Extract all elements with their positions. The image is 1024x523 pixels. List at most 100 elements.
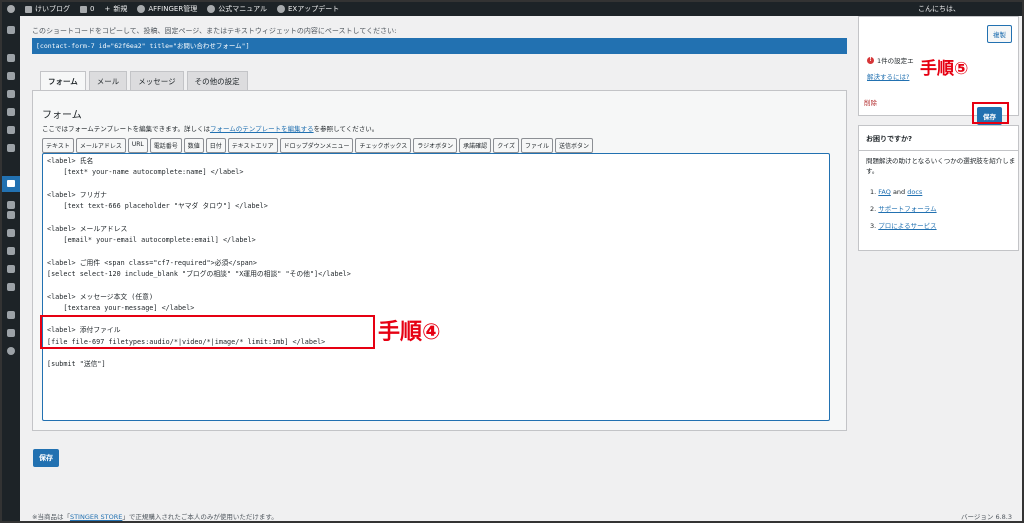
version-label: バージョン 6.8.3	[961, 513, 1012, 521]
tag-dropdown-button[interactable]: ドロップダウンメニュー	[279, 138, 354, 153]
comments-count: 0	[90, 5, 95, 13]
list-item: 3. プロによるサービス	[870, 218, 937, 235]
support-forum-link[interactable]: サポートフォーラム	[878, 205, 936, 213]
tab-additional-settings[interactable]: その他の設定	[186, 71, 248, 92]
help-divider	[859, 150, 1018, 151]
editor-tabs: フォーム メール メッセージ その他の設定	[40, 71, 248, 92]
help-title: お困りですか?	[866, 135, 913, 143]
form-template-editor[interactable]: <label> 氏名 [text* your-name autocomplete…	[42, 153, 830, 421]
comments-icon[interactable]	[7, 144, 15, 152]
update-link[interactable]: EXアップデート	[272, 2, 344, 16]
footer-before: ※当商品は「	[32, 513, 70, 521]
help-item-num: 1.	[870, 188, 877, 196]
plugins-icon[interactable]	[7, 229, 15, 237]
help-item-and: and	[890, 188, 908, 196]
step5-highlight-box	[972, 102, 1009, 124]
list-item: 2. サポートフォーラム	[870, 201, 937, 218]
tag-text-button[interactable]: テキスト	[42, 138, 74, 153]
tag-quiz-button[interactable]: クイズ	[493, 138, 520, 153]
step4-label: 手順④	[378, 320, 441, 345]
stinger-store-link[interactable]: STINGER STORE	[70, 513, 122, 521]
home-icon	[25, 5, 32, 13]
site-name: けいブログ	[35, 5, 70, 13]
step5-label: 手順⑤	[918, 54, 971, 79]
tag-radio-button[interactable]: ラジオボタン	[413, 138, 458, 153]
settings-gear-icon[interactable]	[7, 311, 15, 319]
gear-icon-2[interactable]	[7, 329, 15, 337]
help-icon	[207, 5, 216, 13]
tag-file-button[interactable]: ファイル	[521, 138, 554, 153]
comments-link[interactable]: 0	[75, 2, 99, 16]
tag-tel-button[interactable]: 電話番号	[149, 138, 182, 153]
warning-icon: !	[867, 56, 874, 64]
delete-link[interactable]: 削除	[864, 97, 877, 107]
plus-icon: +	[104, 5, 111, 13]
help-list: 1. FAQ and docs 2. サポートフォーラム 3. プロによるサービ…	[870, 184, 937, 235]
shortcode-section: このショートコードをコピーして、投稿、固定ページ、またはテキストウィジェットの内…	[32, 16, 847, 64]
admin-sidebar	[2, 16, 20, 521]
wordpress-logo[interactable]	[2, 2, 20, 16]
pages-icon[interactable]	[7, 126, 15, 134]
site-name-link[interactable]: けいブログ	[20, 2, 75, 16]
tag-acceptance-button[interactable]: 承諾確認	[459, 138, 492, 153]
refresh-icon	[277, 5, 285, 13]
tag-submit-button[interactable]: 送信ボタン	[555, 138, 594, 153]
tag-email-button[interactable]: メールアドレス	[75, 138, 126, 153]
play-icon[interactable]	[7, 347, 15, 355]
affinger-label: AFFINGER管理	[148, 5, 198, 13]
update-label: EXアップデート	[288, 5, 340, 13]
tag-date-button[interactable]: 日付	[205, 138, 226, 153]
pin-icon[interactable]	[7, 54, 15, 62]
help-description: 問題解決の助けとなるいくつかの選択肢を紹介します。	[866, 157, 1016, 175]
config-warning: ! 1件の設定エ	[867, 55, 914, 65]
save-button[interactable]: 保存	[33, 449, 59, 467]
fix-link[interactable]: 解決するには?	[867, 71, 909, 81]
tag-checkbox-button[interactable]: チェックボックス	[355, 138, 412, 153]
tab-form[interactable]: フォーム	[40, 71, 86, 92]
wordpress-icon	[7, 5, 15, 13]
tag-textarea-button[interactable]: テキストエリア	[227, 138, 278, 153]
form-title: フォーム	[42, 110, 82, 121]
tag-generator-bar: テキスト メールアドレス URL 電話番号 数値 日付 テキストエリア ドロップ…	[42, 138, 594, 153]
tools-icon[interactable]	[7, 265, 15, 273]
help-item-num: 2.	[870, 205, 877, 213]
greeting[interactable]: こんにちは、	[918, 2, 960, 16]
footer-note: ※当商品は「STINGER STORE」で正規購入されたご本人のみが使用いただけ…	[32, 511, 278, 521]
form-template-link[interactable]: フォームのテンプレートを編集する	[210, 125, 314, 133]
manual-label: 公式マニュアル	[218, 5, 267, 13]
mail-icon	[7, 180, 15, 187]
faq-link[interactable]: FAQ	[878, 188, 891, 196]
sidebar-item-contact[interactable]	[2, 176, 20, 192]
form-description: ここではフォームテンプレートを編集できます。詳しくはフォームのテンプレートを編集…	[42, 123, 378, 133]
list-item: 1. FAQ and docs	[870, 184, 937, 201]
affinger-link[interactable]: AFFINGER管理	[132, 2, 202, 16]
new-content-link[interactable]: + 新規	[99, 2, 132, 16]
tab-messages[interactable]: メッセージ	[130, 71, 184, 92]
media-icon[interactable]	[7, 108, 15, 116]
form-desc-before: ここではフォームテンプレートを編集できます。詳しくは	[42, 125, 210, 133]
help-item-num: 3.	[870, 222, 877, 230]
form-desc-after: を参照してください。	[313, 125, 379, 133]
step4-highlight-box	[40, 315, 375, 349]
admin-bar: けいブログ 0 + 新規 AFFINGER管理 公式マニュアル EXアップデート …	[2, 2, 1022, 16]
settings-panel-icon[interactable]	[7, 283, 15, 291]
list-icon[interactable]	[7, 201, 15, 209]
grid-icon[interactable]	[7, 72, 15, 80]
tag-number-button[interactable]: 数値	[183, 138, 204, 153]
tag-url-button[interactable]: URL	[127, 138, 148, 153]
form-panel: フォーム ここではフォームテンプレートを編集できます。詳しくはフォームのテンプレ…	[32, 90, 847, 431]
gear-icon	[137, 5, 146, 13]
tab-mail[interactable]: メール	[88, 71, 128, 92]
users-icon[interactable]	[7, 247, 15, 255]
manual-link[interactable]: 公式マニュアル	[202, 2, 272, 16]
warning-text: 1件の設定エ	[877, 57, 914, 65]
docs-link[interactable]: docs	[907, 188, 922, 196]
shortcode-note: このショートコードをコピーして、投稿、固定ページ、またはテキストウィジェットの内…	[32, 27, 397, 35]
duplicate-button[interactable]: 複製	[987, 25, 1012, 43]
help-box: お困りですか? 問題解決の助けとなるいくつかの選択肢を紹介します。 1. FAQ…	[858, 125, 1019, 251]
dashboard-icon[interactable]	[7, 26, 15, 34]
appearance-icon[interactable]	[7, 211, 15, 219]
pro-services-link[interactable]: プロによるサービス	[878, 222, 936, 230]
blocks-icon[interactable]	[7, 90, 15, 98]
shortcode-field[interactable]: [contact-form-7 id="62f6ea2" title="お問い合…	[32, 38, 847, 54]
